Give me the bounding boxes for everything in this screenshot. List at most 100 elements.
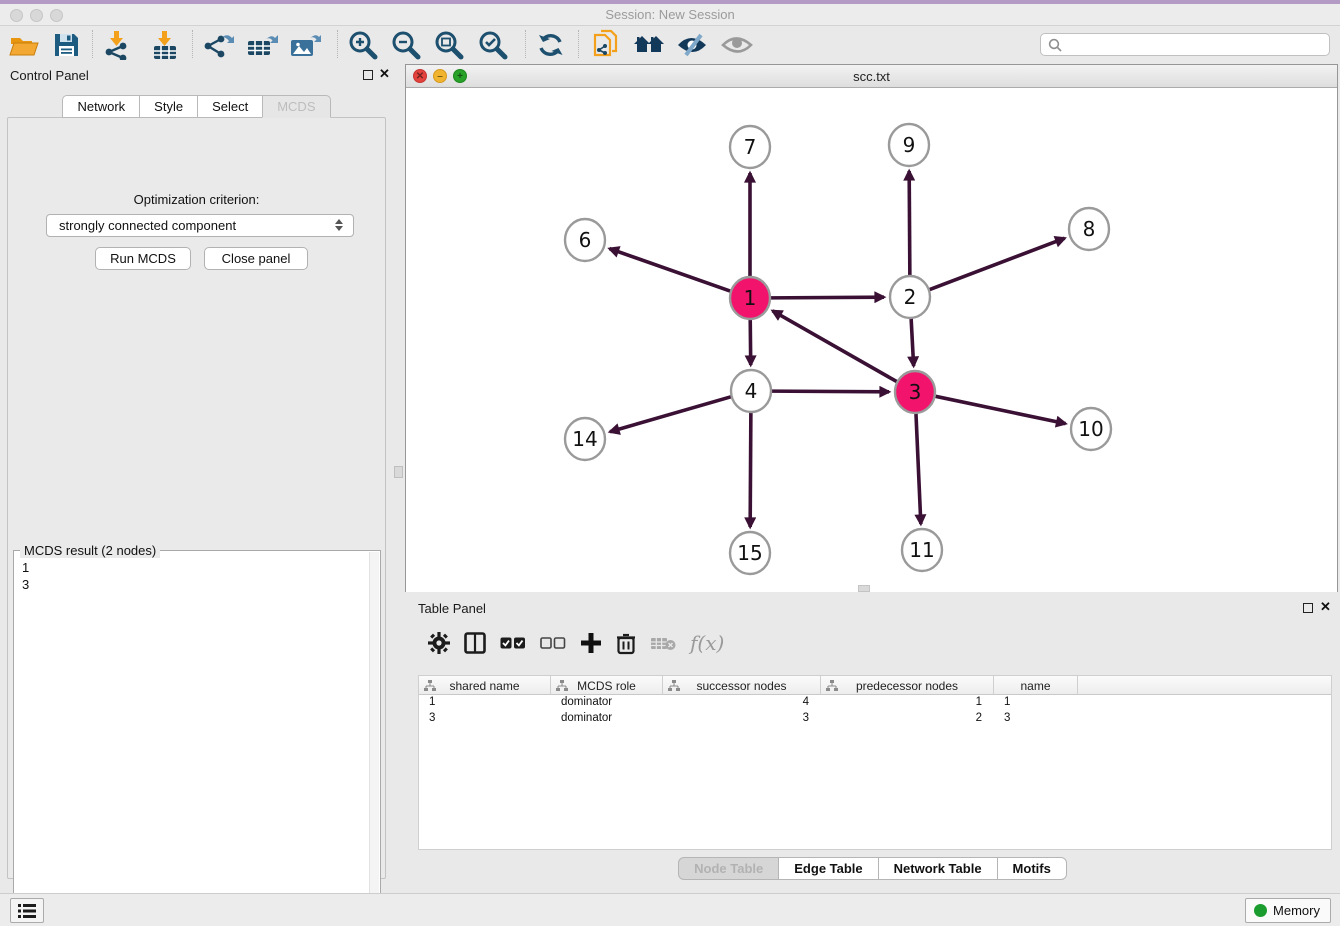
task-history-button[interactable] — [10, 898, 44, 923]
zoom-selected-icon[interactable] — [477, 29, 509, 61]
tab-network[interactable]: Network — [62, 95, 140, 118]
node-8[interactable]: 8 — [1069, 208, 1109, 250]
memory-button[interactable]: Memory — [1245, 898, 1331, 923]
tab-motifs[interactable]: Motifs — [997, 857, 1067, 880]
tab-mcds[interactable]: MCDS — [262, 95, 330, 118]
node-10[interactable]: 10 — [1071, 408, 1111, 450]
cell-successor-nodes[interactable]: 3 — [663, 711, 821, 727]
run-mcds-button[interactable]: Run MCDS — [95, 247, 191, 270]
column-label: name — [1020, 679, 1050, 693]
export-network-icon[interactable] — [202, 29, 234, 61]
search-icon — [1048, 38, 1062, 52]
result-scrollbar[interactable] — [369, 552, 379, 926]
table-row[interactable]: 3dominator323 — [419, 711, 1331, 727]
edge-2-8[interactable] — [930, 238, 1065, 289]
criterion-select[interactable]: strongly connected component — [46, 214, 354, 237]
export-image-icon[interactable] — [289, 29, 321, 61]
node-1[interactable]: 1 — [730, 277, 770, 319]
edge-4-14[interactable] — [610, 397, 731, 432]
show-all-icon[interactable] — [721, 29, 753, 61]
tab-style[interactable]: Style — [139, 95, 198, 118]
table-row[interactable]: 1dominator411 — [419, 695, 1331, 711]
svg-text:4: 4 — [745, 379, 758, 403]
export-table-icon[interactable] — [246, 29, 278, 61]
tab-select[interactable]: Select — [197, 95, 263, 118]
open-session-icon[interactable] — [8, 29, 40, 61]
float-table-panel-icon[interactable] — [1303, 603, 1313, 613]
edge-4-3[interactable] — [772, 391, 889, 392]
tab-edge-table[interactable]: Edge Table — [778, 857, 878, 880]
column-header-shared-name[interactable]: shared name — [419, 676, 551, 695]
gear-icon[interactable] — [428, 632, 450, 654]
select-all-icon[interactable] — [500, 636, 526, 650]
delete-column-icon[interactable] — [616, 632, 636, 655]
edge-2-3[interactable] — [911, 318, 914, 366]
column-header-MCDS-role[interactable]: MCDS role — [551, 676, 663, 695]
horizontal-splitter-grip[interactable] — [858, 585, 870, 592]
network-document-icon[interactable] — [590, 29, 622, 61]
node-2[interactable]: 2 — [890, 276, 930, 318]
cell-MCDS-role[interactable]: dominator — [551, 711, 663, 727]
node-3[interactable]: 3 — [895, 371, 935, 413]
import-network-icon[interactable] — [101, 29, 133, 61]
session-title: Session: New Session — [0, 7, 1340, 22]
control-panel-tabs: NetworkStyleSelectMCDS — [0, 95, 393, 118]
main-toolbar — [0, 27, 1340, 62]
column-label: MCDS role — [577, 679, 636, 693]
cell-predecessor-nodes[interactable]: 1 — [821, 695, 994, 711]
zoom-fit-icon[interactable] — [433, 29, 465, 61]
edge-3-1[interactable] — [773, 311, 897, 382]
network-canvas[interactable]: 7 9 6 8 1 2 4 3 14 10 15 11 — [406, 88, 1337, 592]
zoom-in-icon[interactable] — [347, 29, 379, 61]
home-icon[interactable] — [633, 29, 665, 61]
cell-name[interactable]: 3 — [994, 711, 1078, 727]
cell-shared-name[interactable]: 1 — [419, 695, 551, 711]
vertical-splitter-grip[interactable] — [394, 466, 403, 478]
delete-table-icon — [650, 634, 676, 652]
table-panel-tabs: Node TableEdge TableNetwork TableMotifs — [405, 857, 1340, 880]
cell-shared-name[interactable]: 3 — [419, 711, 551, 727]
import-table-icon[interactable] — [149, 29, 181, 61]
float-panel-icon[interactable] — [363, 70, 373, 80]
network-window-titlebar[interactable]: ✕ – + scc.txt — [406, 65, 1337, 88]
column-header-predecessor-nodes[interactable]: predecessor nodes — [821, 676, 994, 695]
split-view-icon[interactable] — [464, 632, 486, 654]
add-column-icon[interactable] — [580, 632, 602, 654]
edge-1-6[interactable] — [610, 249, 731, 291]
hide-selected-icon[interactable] — [676, 29, 708, 61]
node-6[interactable]: 6 — [565, 219, 605, 261]
node-15[interactable]: 15 — [730, 532, 770, 574]
tab-network-table[interactable]: Network Table — [878, 857, 998, 880]
column-label: predecessor nodes — [856, 679, 958, 693]
node-4[interactable]: 4 — [731, 370, 771, 412]
edge-3-10[interactable] — [936, 396, 1066, 423]
node-7[interactable]: 7 — [730, 126, 770, 168]
svg-text:1: 1 — [744, 286, 757, 310]
zoom-out-icon[interactable] — [390, 29, 422, 61]
close-panel-button[interactable]: Close panel — [204, 247, 308, 270]
edge-4-15[interactable] — [750, 412, 751, 527]
search-field[interactable] — [1040, 33, 1330, 56]
search-input[interactable] — [1067, 38, 1329, 52]
main-titlebar: Session: New Session — [0, 4, 1340, 26]
close-table-panel-icon[interactable]: ✕ — [1320, 599, 1331, 615]
tab-node-table[interactable]: Node Table — [678, 857, 779, 880]
cell-MCDS-role[interactable]: dominator — [551, 695, 663, 711]
deselect-all-icon[interactable] — [540, 636, 566, 650]
column-header-successor-nodes[interactable]: successor nodes — [663, 676, 821, 695]
refresh-icon[interactable] — [535, 29, 567, 61]
save-session-icon[interactable] — [50, 29, 82, 61]
edge-2-9[interactable] — [909, 171, 910, 276]
node-14[interactable]: 14 — [565, 418, 605, 460]
cell-name[interactable]: 1 — [994, 695, 1078, 711]
node-11[interactable]: 11 — [902, 529, 942, 571]
edge-1-2[interactable] — [771, 297, 884, 298]
svg-text:3: 3 — [909, 380, 922, 404]
cell-successor-nodes[interactable]: 4 — [663, 695, 821, 711]
svg-text:9: 9 — [903, 133, 916, 157]
column-header-name[interactable]: name — [994, 676, 1078, 695]
node-9[interactable]: 9 — [889, 124, 929, 166]
close-panel-icon[interactable]: ✕ — [379, 66, 390, 82]
cell-predecessor-nodes[interactable]: 2 — [821, 711, 994, 727]
edge-3-11[interactable] — [916, 413, 921, 524]
